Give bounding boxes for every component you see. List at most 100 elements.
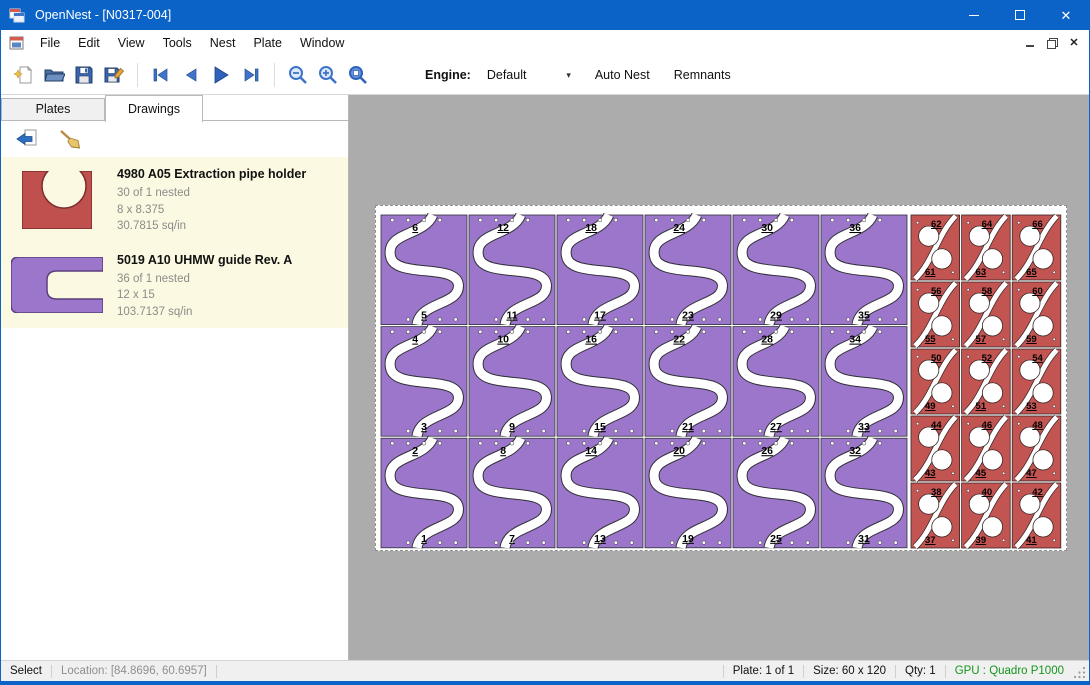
- send-to-plate-button[interactable]: [13, 126, 41, 152]
- part-number: 13: [594, 533, 606, 545]
- part-number: 20: [673, 445, 685, 457]
- close-button[interactable]: ✕: [1043, 0, 1089, 30]
- nested-part-pair-red[interactable]: 3837: [911, 483, 960, 548]
- nested-part-pair-purple[interactable]: 43: [381, 327, 467, 437]
- part-number: 23: [682, 310, 694, 322]
- part-number: 62: [931, 219, 942, 230]
- menu-tools[interactable]: Tools: [154, 33, 201, 53]
- nested-part-pair-red[interactable]: 5251: [962, 349, 1011, 414]
- nested-part-pair-red[interactable]: 4443: [911, 416, 960, 481]
- nested-part-pair-red[interactable]: 6261: [911, 215, 960, 280]
- previous-arrow-icon: [180, 64, 202, 86]
- part-number: 30: [761, 222, 773, 234]
- engine-select[interactable]: Default ▾: [481, 66, 577, 84]
- previous-plate-button[interactable]: [176, 60, 206, 90]
- nested-part-pair-purple[interactable]: 30 29: [733, 215, 819, 325]
- maximize-button[interactable]: [997, 0, 1043, 30]
- next-plate-button[interactable]: [206, 60, 236, 90]
- nested-part-pair-purple[interactable]: 3635: [821, 215, 907, 325]
- zoom-extents-button[interactable]: [343, 60, 373, 90]
- part-thumbnail-purple: [11, 257, 103, 313]
- nested-part-pair-purple[interactable]: 2827: [733, 327, 819, 437]
- minimize-button[interactable]: [951, 0, 997, 30]
- nested-part-pair-purple[interactable]: 2019: [645, 438, 731, 548]
- nested-part-pair-red[interactable]: 5049: [911, 349, 960, 414]
- engine-value: Default: [487, 68, 527, 82]
- nested-part-pair-red[interactable]: 4645: [962, 416, 1011, 481]
- nested-part-pair-red[interactable]: 5857: [962, 282, 1011, 347]
- nested-part-pair-red[interactable]: 6463: [962, 215, 1011, 280]
- nested-part-pair-red[interactable]: 4241: [1012, 483, 1061, 548]
- drawing-item[interactable]: 5019 A10 UHMW guide Rev. A 36 of 1 neste…: [1, 243, 348, 329]
- plate[interactable]: 6512111817242330293635431091615222128273…: [375, 205, 1067, 551]
- nested-part-pair-purple[interactable]: 65: [381, 215, 467, 325]
- part-number: 58: [982, 286, 993, 297]
- nested-part-pair-red[interactable]: 5655: [911, 282, 960, 347]
- menu-window[interactable]: Window: [291, 33, 353, 53]
- nested-part-pair-purple[interactable]: 1615: [557, 327, 643, 437]
- nest-canvas[interactable]: 6512111817242330293635431091615222128273…: [349, 95, 1089, 660]
- part-number: 29: [770, 310, 782, 322]
- nested-part-pair-red[interactable]: 6665: [1012, 215, 1061, 280]
- remnants-button[interactable]: Remnants: [668, 64, 737, 86]
- nest-layout: 6512111817242330293635431091615222128273…: [376, 206, 1066, 550]
- menu-view[interactable]: View: [109, 33, 154, 53]
- nested-part-pair-purple[interactable]: 21: [381, 438, 467, 548]
- nested-part-pair-purple[interactable]: 1211: [469, 215, 555, 325]
- menu-plate[interactable]: Plate: [244, 33, 291, 53]
- nested-part-pair-purple[interactable]: 1413: [557, 438, 643, 548]
- menu-file[interactable]: File: [31, 33, 69, 53]
- part-number: 19: [682, 533, 694, 545]
- part-number: 33: [858, 421, 870, 433]
- part-number: 7: [509, 533, 515, 545]
- part-number: 21: [682, 421, 694, 433]
- new-file-button[interactable]: [9, 60, 39, 90]
- part-number: 12: [497, 222, 509, 234]
- resize-grip[interactable]: [1073, 666, 1087, 680]
- part-number: 42: [1032, 487, 1043, 498]
- drawing-nested-count: 30 of 1 nested: [117, 185, 306, 202]
- nested-part-pair-purple[interactable]: 3231: [821, 438, 907, 548]
- nested-part-pair-purple[interactable]: 87: [469, 438, 555, 548]
- nested-part-pair-purple[interactable]: 2221: [645, 327, 731, 437]
- drawing-list: 4980 A05 Extraction pipe holder 30 of 1 …: [1, 157, 348, 660]
- drawing-item[interactable]: 4980 A05 Extraction pipe holder 30 of 1 …: [1, 157, 348, 243]
- nested-part-pair-purple[interactable]: 2423: [645, 215, 731, 325]
- mdi-restore-button[interactable]: [1041, 33, 1063, 53]
- drawing-info: 5019 A10 UHMW guide Rev. A 36 of 1 neste…: [117, 251, 292, 321]
- part-number: 47: [1026, 468, 1037, 479]
- open-file-button[interactable]: [39, 60, 69, 90]
- broom-icon: [57, 128, 81, 150]
- nested-part-pair-purple[interactable]: 2625: [733, 438, 819, 548]
- mdi-close-button[interactable]: ✕: [1063, 33, 1085, 53]
- nested-part-pair-purple[interactable]: 1817: [557, 215, 643, 325]
- tab-drawings[interactable]: Drawings: [105, 95, 203, 122]
- nested-part-pair-red[interactable]: 5453: [1012, 349, 1061, 414]
- part-thumbnail-red: [22, 171, 92, 229]
- nested-part-pair-red[interactable]: 6059: [1012, 282, 1061, 347]
- nested-part-pair-purple[interactable]: 3433: [821, 327, 907, 437]
- nested-part-pair-red[interactable]: 4039: [962, 483, 1011, 548]
- tab-plates[interactable]: Plates: [1, 98, 105, 120]
- menu-nest[interactable]: Nest: [201, 33, 245, 53]
- zoom-in-button[interactable]: [313, 60, 343, 90]
- zoom-out-button[interactable]: [283, 60, 313, 90]
- drawing-nested-count: 36 of 1 nested: [117, 271, 292, 288]
- part-number: 60: [1032, 286, 1043, 297]
- nested-part-pair-purple[interactable]: 109: [469, 327, 555, 437]
- part-number: 4: [412, 334, 418, 346]
- save-as-button[interactable]: [99, 60, 129, 90]
- part-number: 39: [976, 535, 987, 546]
- part-number: 15: [594, 421, 606, 433]
- nested-part-pair-red[interactable]: 4847: [1012, 416, 1061, 481]
- first-plate-button[interactable]: [146, 60, 176, 90]
- auto-nest-button[interactable]: Auto Nest: [589, 64, 656, 86]
- menu-edit[interactable]: Edit: [69, 33, 109, 53]
- mdi-minimize-button[interactable]: [1019, 33, 1041, 53]
- clear-button[interactable]: [55, 126, 83, 152]
- save-button[interactable]: [69, 60, 99, 90]
- part-number: 45: [976, 468, 987, 479]
- last-plate-button[interactable]: [236, 60, 266, 90]
- back-arrow-icon: [15, 128, 39, 150]
- close-icon: ✕: [1061, 9, 1072, 22]
